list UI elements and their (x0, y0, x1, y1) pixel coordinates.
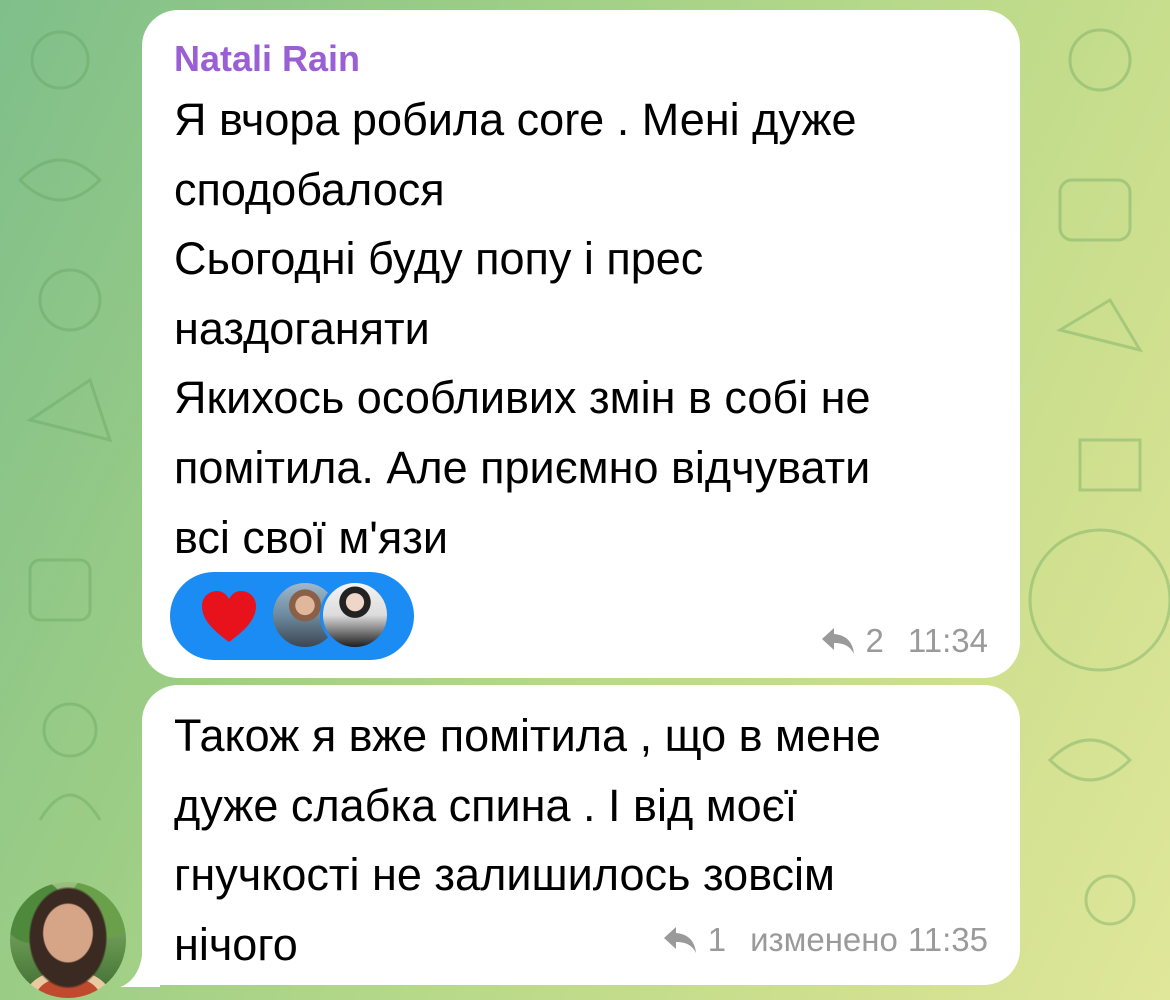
reaction-chip[interactable] (170, 572, 414, 660)
message-meta: 2 11:34 (820, 622, 988, 660)
heart-icon (202, 591, 256, 642)
bubble-tail (120, 955, 160, 987)
sender-avatar[interactable] (10, 882, 126, 998)
reply-arrow-icon[interactable] (662, 925, 698, 955)
message-time: 11:35 (907, 921, 988, 958)
reply-arrow-icon[interactable] (820, 626, 856, 656)
reply-count[interactable]: 2 (866, 622, 884, 660)
reply-count[interactable]: 1 (708, 921, 726, 959)
message-time: 11:34 (907, 622, 988, 659)
message-line: помітила. Але приємно відчувати (174, 441, 871, 493)
message-text: Я вчора робила core . Мені дуже сподобал… (174, 85, 871, 572)
reactor-avatar (320, 580, 390, 650)
edited-label: изменено (750, 921, 898, 958)
message-line: Якихось особливих змін в собі не (174, 372, 871, 424)
message-line: Також я вже помітила , що в мене (174, 710, 881, 761)
message-line: наздоганяти (174, 302, 430, 354)
message-bubble[interactable]: Також я вже помітила , що в мене дуже сл… (142, 685, 1020, 985)
message-line: Я вчора робила core . Мені дуже (174, 94, 857, 145)
message-bubble[interactable]: Natali Rain Я вчора робила core . Мені д… (142, 10, 1020, 678)
message-line: гнучкості не залишилось зовсім (174, 849, 835, 901)
sender-name[interactable]: Natali Rain (174, 38, 360, 80)
message-line: сподобалося (174, 163, 445, 215)
message-line: дуже слабка спина . І від моєї (174, 779, 798, 831)
message-line: всі свої м'язи (174, 511, 448, 563)
message-meta: 1 изменено 11:35 (662, 921, 988, 959)
message-line: Сьогодні буду попу і прес (174, 233, 704, 285)
